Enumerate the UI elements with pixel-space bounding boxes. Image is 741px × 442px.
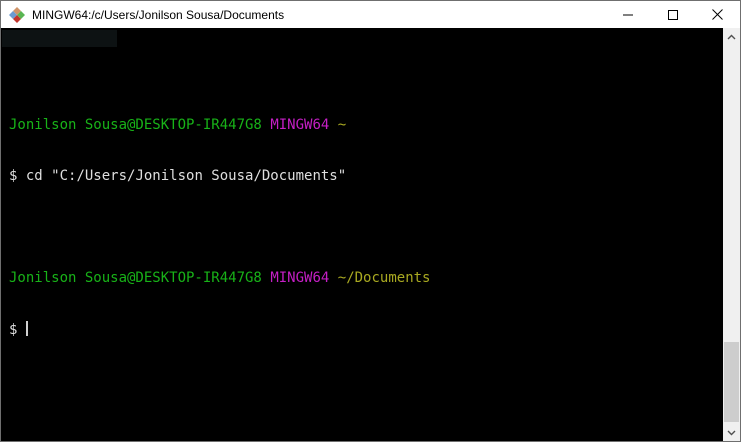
close-icon	[712, 9, 723, 20]
window-controls	[605, 1, 740, 28]
scroll-up-button[interactable]	[723, 28, 740, 45]
titlebar[interactable]: MINGW64:/c/Users/Jonilson Sousa/Document…	[1, 1, 740, 28]
maximize-button[interactable]	[650, 1, 695, 28]
git-bash-icon	[9, 6, 25, 23]
minimize-button[interactable]	[605, 1, 650, 28]
terminal-output[interactable]: Jonilson Sousa@DESKTOP-IR447G8 MINGW64 ~…	[1, 28, 723, 441]
command-line: $	[9, 321, 715, 338]
prompt-userhost: Jonilson Sousa@DESKTOP-IR447G8	[9, 270, 262, 286]
prompt-line: Jonilson Sousa@DESKTOP-IR447G8 MINGW64 ~…	[9, 270, 715, 287]
minimize-icon	[622, 14, 633, 15]
prompt-line: Jonilson Sousa@DESKTOP-IR447G8 MINGW64 ~	[9, 117, 715, 134]
prompt-userhost: Jonilson Sousa@DESKTOP-IR447G8	[9, 117, 262, 133]
text-cursor	[25, 321, 28, 336]
window-title: MINGW64:/c/Users/Jonilson Sousa/Document…	[32, 7, 285, 22]
command-line: $ cd "C:/Users/Jonilson Sousa/Documents"	[9, 168, 715, 185]
command-text: cd "C:/Users/Jonilson Sousa/Documents"	[25, 168, 347, 184]
chevron-down-icon	[727, 430, 736, 435]
prompt-symbol: $	[9, 168, 18, 184]
git-bash-window: MINGW64:/c/Users/Jonilson Sousa/Document…	[0, 0, 741, 442]
scrollback-artifact	[2, 30, 117, 47]
close-button[interactable]	[695, 1, 740, 28]
chevron-up-icon	[727, 34, 736, 39]
prompt-env: MINGW64	[270, 270, 330, 286]
scrollbar-thumb[interactable]	[724, 342, 739, 422]
prompt-symbol: $	[9, 322, 18, 338]
prompt-path: ~	[337, 117, 347, 133]
maximize-icon	[667, 9, 678, 20]
prompt-path: ~/Documents	[337, 270, 431, 286]
vertical-scrollbar[interactable]	[723, 28, 740, 441]
scroll-down-button[interactable]	[723, 424, 740, 441]
prompt-env: MINGW64	[270, 117, 330, 133]
